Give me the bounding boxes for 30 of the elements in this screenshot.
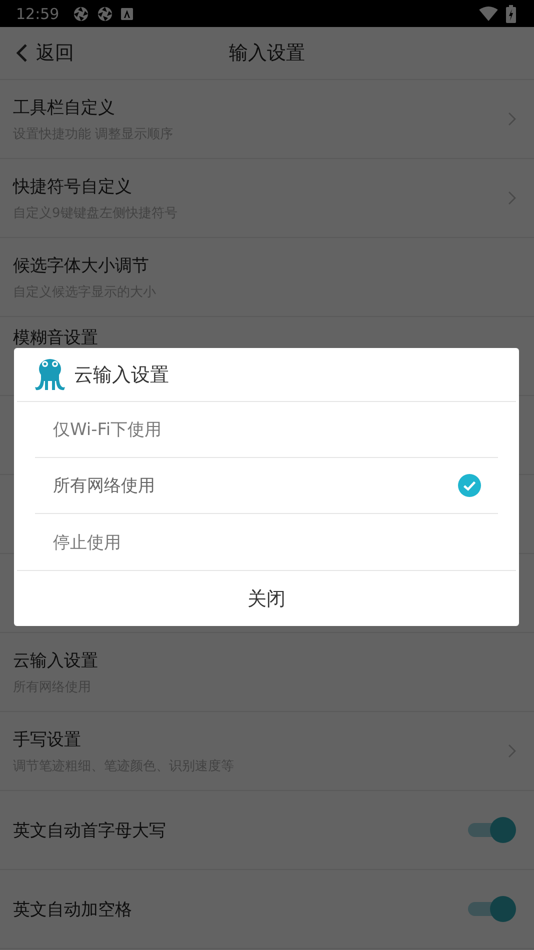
close-button[interactable]: 关闭	[14, 571, 519, 626]
row-title: 手写设置	[13, 728, 82, 750]
row-title: 英文自动加空格	[13, 898, 133, 920]
row-title: 英文自动首字母大写	[13, 820, 167, 842]
toggle-switch[interactable]	[466, 816, 516, 844]
option-item[interactable]: 仅Wi-Fi下使用	[35, 402, 498, 458]
chevron-icon	[508, 744, 516, 758]
chevron-icon	[508, 112, 516, 126]
settings-row[interactable]: 英文自动加空格	[0, 870, 534, 949]
option-item[interactable]: 停止使用	[35, 514, 498, 570]
keyboard-icon	[121, 8, 134, 20]
check-icon	[458, 474, 481, 497]
octopus-icon	[32, 356, 68, 392]
toggle-switch[interactable]	[466, 895, 516, 923]
dialog-title: 云输入设置	[74, 362, 169, 388]
status-time: 12:59	[16, 4, 60, 22]
row-title: 工具栏自定义	[13, 96, 116, 118]
aperture-icon	[73, 6, 90, 22]
row-title: 快捷符号自定义	[13, 176, 133, 198]
row-title: 云输入设置	[13, 650, 99, 672]
aperture-icon	[97, 6, 114, 22]
settings-row[interactable]: 英文自动首字母大写	[0, 791, 534, 870]
option-item[interactable]: 所有网络使用	[35, 458, 498, 514]
back-button[interactable]: 返回	[0, 40, 74, 66]
row-title: 模糊音设置	[13, 328, 99, 348]
wifi-icon	[479, 6, 498, 21]
page-title: 输入设置	[229, 41, 305, 66]
battery-icon	[506, 4, 516, 22]
row-title: 候选字体大小调节	[13, 254, 150, 276]
chevron-icon	[508, 191, 516, 205]
